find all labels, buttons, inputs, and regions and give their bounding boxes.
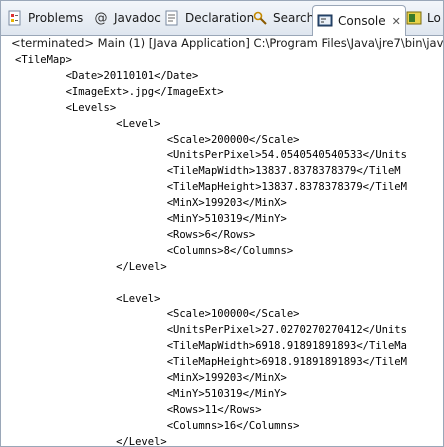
console-view: Problems @ Javadoc Declaration Search Co…	[0, 0, 444, 447]
console-line: <Date>20110101</Date>	[15, 70, 199, 82]
close-icon[interactable]: ✕	[392, 16, 401, 27]
console-line: <MinX>199203</MinX>	[15, 197, 287, 209]
at-icon: @	[94, 10, 108, 26]
tab-declaration[interactable]: Declaration	[164, 7, 254, 29]
tab-label: Declaration	[185, 11, 255, 25]
tab-label: Console	[338, 14, 386, 28]
console-line: </Level>	[15, 436, 167, 446]
console-status-line: <terminated> Main (1) [Java Application]…	[11, 36, 444, 50]
console-line: <Levels>	[15, 102, 117, 114]
declaration-icon	[164, 10, 180, 26]
console-line: <TileMapHeight>6918.91891891893</TileM	[15, 356, 407, 368]
console-line: <TileMapHeight>13837.8378378379</TileM	[15, 181, 407, 193]
tab-problems[interactable]: Problems	[7, 7, 83, 29]
tab-javadoc[interactable]: @ Javadoc	[93, 7, 161, 29]
problems-icon	[7, 10, 23, 26]
console-line: <MinY>510319</MinY>	[15, 213, 287, 225]
console-line: <TileMap>	[15, 54, 72, 66]
console-line: <UnitsPerPixel>27.0270270270412</Units	[15, 324, 407, 336]
console-line: <Level>	[15, 293, 161, 305]
console-line: <UnitsPerPixel>54.0540540540533</Units	[15, 149, 407, 161]
console-line: <Level>	[15, 118, 161, 130]
console-output[interactable]: <TileMap> <Date>20110101</Date> <ImageEx…	[1, 53, 443, 446]
console-line: <MinY>510319</MinY>	[15, 388, 287, 400]
tab-label: Problems	[28, 11, 84, 25]
console-line: <Scale>200000</Scale>	[15, 134, 300, 146]
view-tab-bar: Problems @ Javadoc Declaration Search Co…	[1, 1, 443, 36]
console-line: </Level>	[15, 261, 167, 273]
tab-search[interactable]: Search	[252, 7, 314, 29]
log-icon	[406, 10, 422, 26]
console-line: <TileMapWidth>6918.91891891893</TileMa	[15, 340, 407, 352]
console-line: <ImageExt>.jpg</ImageExt>	[15, 86, 224, 98]
console-line: <Scale>100000</Scale>	[15, 308, 300, 320]
console-icon	[317, 13, 333, 29]
console-line: <TileMapWidth>13837.8378378379</TileM	[15, 165, 401, 177]
console-line: <Rows>6</Rows>	[15, 229, 256, 241]
tab-label: Search	[273, 11, 315, 25]
console-line: <MinX>199203</MinX>	[15, 372, 287, 384]
console-line: <Columns>8</Columns>	[15, 245, 294, 257]
search-icon	[252, 10, 268, 26]
tab-log[interactable]: Lo	[406, 7, 441, 29]
tab-label: Javadoc	[114, 11, 161, 25]
console-line: <Columns>16</Columns>	[15, 420, 300, 432]
tab-console[interactable]: Console ✕	[312, 5, 406, 36]
console-line: <Rows>11</Rows>	[15, 404, 262, 416]
tab-label: Lo	[427, 11, 441, 25]
